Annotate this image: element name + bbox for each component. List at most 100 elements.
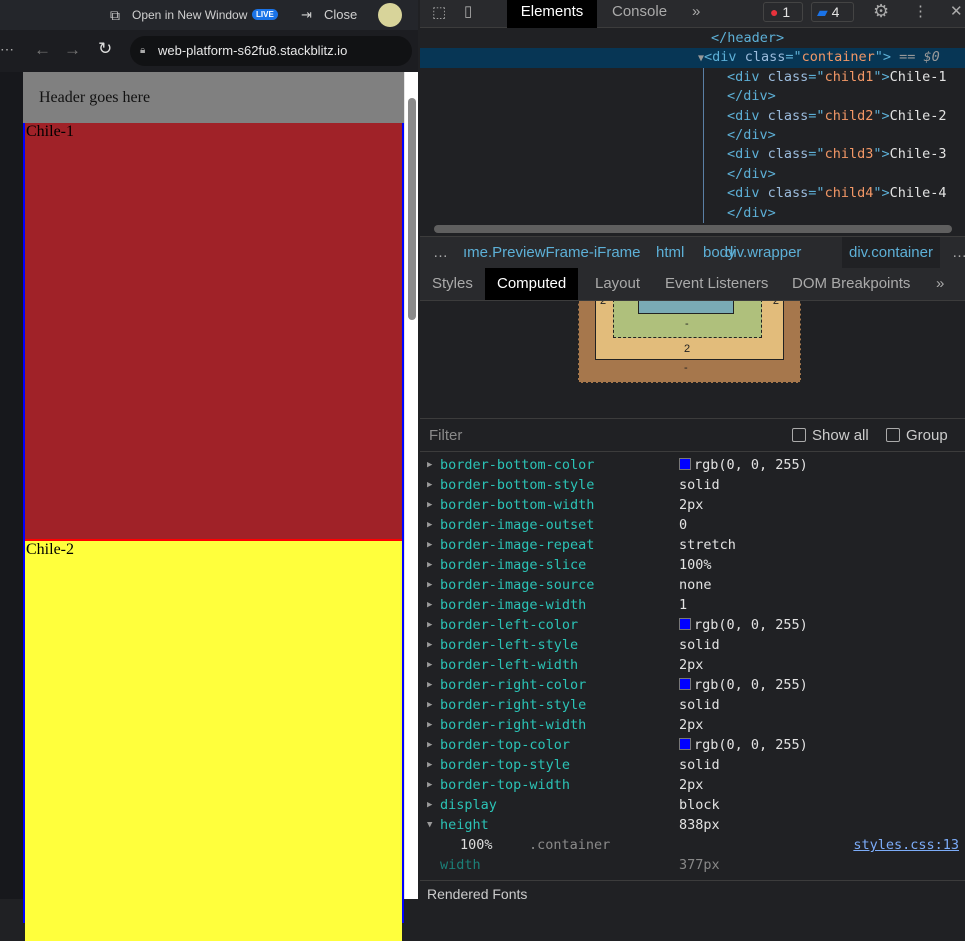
computed-property[interactable]: ▶ border-top-color rgb(0, 0, 255) bbox=[420, 735, 965, 755]
dom-tree: </header> ▼<div class="container"> == $0… bbox=[420, 29, 965, 223]
close-icon: ⇥ bbox=[301, 7, 312, 22]
horizontal-scrollbar[interactable] bbox=[434, 225, 952, 233]
computed-property[interactable]: ▶ border-right-style solid bbox=[420, 695, 965, 715]
breadcrumb-item[interactable]: ıme.PreviewFrame-iFrame bbox=[456, 237, 648, 269]
child2: Chile-2 bbox=[25, 541, 402, 941]
breadcrumb-item[interactable]: … bbox=[945, 237, 965, 269]
gear-icon[interactable]: ⚙ bbox=[873, 1, 889, 22]
source-link[interactable]: styles.css:13 bbox=[853, 835, 959, 855]
url-bar[interactable]: 🔒︎ web-platform-s62fu8.stackblitz.io bbox=[130, 36, 412, 66]
dom-node-close[interactable]: </div> bbox=[420, 165, 965, 184]
color-swatch[interactable] bbox=[679, 678, 691, 690]
device-toggle-icon[interactable]: ▯ bbox=[464, 2, 472, 20]
subtab[interactable]: Styles bbox=[420, 268, 485, 300]
avatar[interactable] bbox=[378, 3, 402, 27]
group-checkbox[interactable]: Group bbox=[886, 419, 948, 452]
dom-node-container[interactable]: ▼<div class="container"> == $0 bbox=[420, 48, 965, 68]
live-badge: LIVE bbox=[252, 9, 278, 20]
subtab[interactable]: Event Listeners bbox=[653, 268, 780, 300]
computed-property[interactable]: ▶ border-bottom-style solid bbox=[420, 475, 965, 495]
property-width[interactable]: width 377px bbox=[420, 855, 965, 875]
menu-icon[interactable]: ⋯ bbox=[0, 41, 14, 58]
preview-frame: Header goes here Chile-1 Chile-2 bbox=[23, 72, 404, 941]
dom-node-child[interactable]: <div class="child1">Chile-1 bbox=[420, 68, 965, 87]
computed-property[interactable]: ▶ border-bottom-color rgb(0, 0, 255) bbox=[420, 455, 965, 475]
container: Chile-1 Chile-2 bbox=[23, 123, 404, 941]
rendered-fonts-heading: Rendered Fonts bbox=[420, 880, 965, 902]
computed-property[interactable]: ▶ border-image-outset 0 bbox=[420, 515, 965, 535]
preview-scrollbar[interactable] bbox=[404, 72, 418, 899]
devtools-toolbar: ⬚ ▯ Elements Console » ● 1 ▰ 4 ⚙ ⋮ ✕ bbox=[420, 0, 965, 28]
close-button[interactable]: Close bbox=[324, 7, 357, 22]
computed-property[interactable]: ▶ border-left-color rgb(0, 0, 255) bbox=[420, 615, 965, 635]
close-devtools-icon[interactable]: ✕ bbox=[950, 2, 963, 20]
dom-node-child[interactable]: <div class="child4">Chile-4 bbox=[420, 184, 965, 203]
error-count: 1 bbox=[782, 4, 791, 20]
breadcrumb-item[interactable]: html bbox=[649, 237, 691, 269]
dom-node-header-close[interactable]: </header> bbox=[711, 30, 784, 46]
computed-property[interactable]: ▶ border-left-style solid bbox=[420, 635, 965, 655]
padding-box: - bbox=[613, 301, 762, 338]
dom-node-close[interactable]: </div> bbox=[420, 87, 965, 106]
devtools: ⬚ ▯ Elements Console » ● 1 ▰ 4 ⚙ ⋮ ✕ </h… bbox=[420, 0, 965, 902]
computed-property[interactable]: ▶ border-bottom-width 2px bbox=[420, 495, 965, 515]
page-header: Header goes here bbox=[23, 72, 404, 123]
content-box bbox=[638, 301, 734, 314]
computed-property[interactable]: ▶ border-right-color rgb(0, 0, 255) bbox=[420, 675, 965, 695]
dom-node-child[interactable]: <div class="child3">Chile-3 bbox=[420, 145, 965, 164]
border-box: 2 2 2 - bbox=[595, 301, 784, 360]
dom-node-child[interactable]: <div class="child2">Chile-2 bbox=[420, 107, 965, 126]
more-tabs-button[interactable]: » bbox=[692, 0, 700, 28]
back-icon[interactable]: ← bbox=[34, 40, 51, 60]
more-options-icon[interactable]: ⋮ bbox=[913, 2, 928, 20]
child1: Chile-1 bbox=[25, 123, 402, 541]
breadcrumb: … ıme.PreviewFrame-iFrame html body div.wrap… bbox=[420, 236, 965, 269]
error-icon: ● bbox=[770, 4, 779, 20]
open-new-window-button[interactable]: Open in New Window bbox=[132, 8, 247, 22]
computed-property[interactable]: ▶ border-right-width 2px bbox=[420, 715, 965, 735]
url-text: web-platform-s62fu8.stackblitz.io bbox=[158, 43, 348, 58]
breadcrumb-item[interactable]: … bbox=[426, 237, 455, 269]
subtab[interactable]: Computed bbox=[485, 268, 579, 300]
margin-box: - 2 2 2 - bbox=[578, 301, 801, 383]
box-model: - 2 2 2 - bbox=[420, 301, 965, 418]
filter-bar: Filter Show all Group bbox=[420, 418, 965, 452]
error-count-button[interactable]: ● 1 bbox=[763, 2, 803, 22]
subtab[interactable]: Layout bbox=[583, 268, 652, 300]
lock-icon: 🔒︎ bbox=[140, 45, 146, 56]
subtab[interactable]: » bbox=[924, 268, 956, 300]
color-swatch[interactable] bbox=[679, 618, 691, 630]
tab-elements[interactable]: Elements bbox=[507, 0, 597, 28]
tab-console[interactable]: Console bbox=[612, 0, 667, 28]
forward-icon[interactable]: → bbox=[64, 40, 81, 60]
sidebar-tabs: Styles Computed Layout Event Listeners DOM B… bbox=[420, 268, 965, 301]
filter-input[interactable]: Filter bbox=[429, 419, 462, 452]
breadcrumb-item[interactable]: div.wrapper bbox=[718, 237, 808, 269]
reload-icon[interactable]: ↻ bbox=[98, 39, 112, 59]
computed-property[interactable]: ▶ border-image-source none bbox=[420, 575, 965, 595]
show-all-checkbox[interactable]: Show all bbox=[792, 419, 869, 452]
color-swatch[interactable] bbox=[679, 738, 691, 750]
subtab[interactable]: DOM Breakpoints bbox=[780, 268, 922, 300]
message-count: 4 bbox=[831, 4, 840, 20]
computed-property[interactable]: ▼ height 838px bbox=[420, 815, 965, 835]
height-detail: 100% .container styles.css:13 bbox=[460, 835, 959, 855]
computed-property[interactable]: ▶ display block bbox=[420, 795, 965, 815]
tree-guide bbox=[703, 68, 704, 223]
inspect-icon[interactable]: ⬚ bbox=[432, 3, 446, 21]
dom-node-close[interactable]: </div> bbox=[420, 204, 965, 223]
breadcrumb-item[interactable]: div.container bbox=[842, 237, 940, 269]
computed-property[interactable]: ▶ border-image-width 1 bbox=[420, 595, 965, 615]
computed-property[interactable]: ▶ border-top-style solid bbox=[420, 755, 965, 775]
computed-property[interactable]: ▶ border-left-width 2px bbox=[420, 655, 965, 675]
computed-property[interactable]: ▶ border-image-repeat stretch bbox=[420, 535, 965, 555]
computed-property[interactable]: ▶ border-image-slice 100% bbox=[420, 555, 965, 575]
stackblitz-topbar: ⧉ Open in New Window LIVE ⇥ Close bbox=[0, 0, 418, 30]
scrollbar-thumb[interactable] bbox=[408, 98, 416, 320]
open-window-icon: ⧉ bbox=[110, 7, 120, 23]
color-swatch[interactable] bbox=[679, 458, 691, 470]
message-icon: ▰ bbox=[817, 4, 828, 20]
dom-node-close[interactable]: </div> bbox=[420, 126, 965, 145]
computed-property[interactable]: ▶ border-top-width 2px bbox=[420, 775, 965, 795]
message-count-button[interactable]: ▰ 4 bbox=[811, 2, 854, 22]
